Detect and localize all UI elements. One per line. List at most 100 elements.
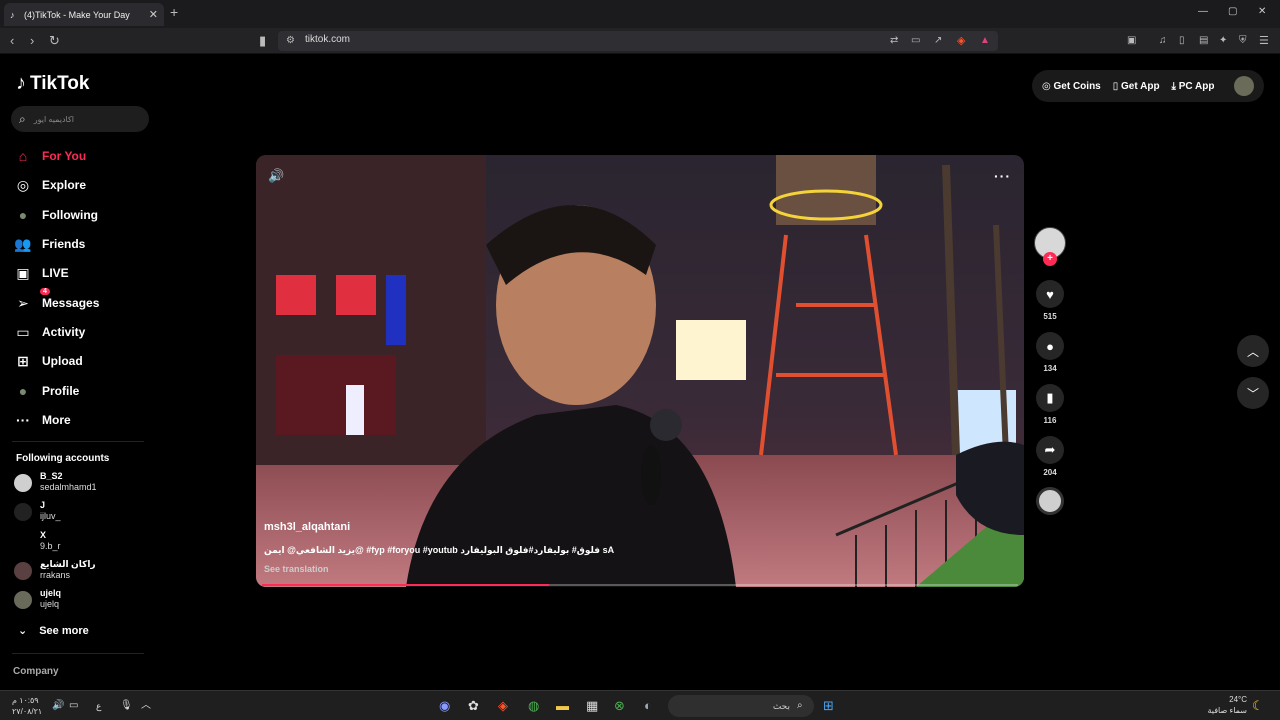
following-account[interactable]: B_S2 sedalmhamd1 (14, 471, 97, 493)
account-name: X (40, 530, 47, 540)
store-icon[interactable]: ▦ (586, 697, 598, 715)
search-input[interactable]: ⌕ اكاديميه ايور (11, 106, 149, 132)
discord-icon[interactable]: ◉ (439, 697, 450, 715)
following-account[interactable]: Jijluv_ (14, 500, 61, 522)
translate-icon[interactable]: ⇄ (890, 32, 898, 50)
chrome-icon[interactable]: ◍ (528, 697, 539, 715)
new-tab-button[interactable]: + (170, 4, 178, 20)
following-account[interactable]: راكان الشايع rrakans (14, 559, 96, 581)
account-handle: rrakans (40, 570, 71, 580)
following-avatar-icon: ● (18, 207, 28, 223)
steam-icon[interactable]: ◐ (644, 697, 652, 715)
sidebar-toggle-icon[interactable]: ▯ (1179, 32, 1185, 50)
next-video-button[interactable]: ﹀ (1237, 377, 1269, 409)
share-action[interactable]: ➦ 204 (1036, 436, 1064, 477)
share-icon[interactable]: ↗ (934, 32, 942, 50)
sidebar-item-for-you[interactable]: ⌂ For You (14, 147, 86, 165)
account-handle: ujelq (40, 599, 60, 609)
reload-icon[interactable]: ↻ (49, 32, 60, 50)
volume-icon[interactable]: 🔊 (268, 168, 284, 184)
system-clock[interactable]: ١٠:٥٩ م ٢٧/٠٨/٢١ (12, 695, 42, 717)
tab-close-icon[interactable]: ✕ (149, 8, 158, 21)
sidebar-item-activity[interactable]: ▭ Activity (14, 323, 85, 341)
chevron-down-icon: ﹀ (1246, 386, 1259, 401)
previous-video-button[interactable]: ︿ (1237, 335, 1269, 367)
leo-ai-icon[interactable]: ✦ (1219, 32, 1227, 50)
taskbar-search[interactable]: بحث (668, 695, 814, 717)
get-coins-button[interactable]: ◎ Get Coins (1042, 81, 1101, 92)
messages-icon: ➢ (17, 294, 29, 311)
rewards-icon[interactable]: ▲ (980, 32, 990, 50)
menu-icon[interactable]: ☰ (1259, 32, 1269, 50)
sidebar-item-profile[interactable]: ● Profile (14, 382, 80, 400)
cast-icon[interactable]: ▭ (911, 32, 920, 50)
weather-widget[interactable]: 24°C سماء صافية (1207, 694, 1247, 716)
vpn-icon[interactable]: ⛨ (1239, 32, 1247, 50)
sidebar-item-label: Activity (42, 325, 86, 339)
video-frame-image (256, 155, 1024, 587)
bookmark-icon[interactable]: ▮ (259, 32, 266, 50)
sidebar-item-more[interactable]: ··· More (14, 411, 71, 429)
site-info-icon[interactable]: ⚙ (286, 32, 295, 50)
see-more-button[interactable]: ⌄ See more (18, 624, 89, 638)
user-avatar[interactable] (1234, 76, 1254, 96)
minimize-button[interactable]: — (1198, 6, 1208, 17)
chatgpt-icon[interactable]: ✿ (468, 697, 479, 715)
bookmark-save-icon[interactable]: ▮ (1036, 384, 1064, 412)
sidebar-item-messages[interactable]: ➢ 4 Messages (14, 288, 99, 312)
sidebar-item-friends[interactable]: 👥 Friends (14, 235, 85, 253)
tray-expand-icon[interactable]: ︿ (141, 697, 151, 715)
following-accounts-title: Following accounts (16, 453, 110, 464)
video-author[interactable]: msh3l_alqahtani (264, 521, 350, 533)
network-icon[interactable]: ▭ (69, 697, 78, 715)
activity-icon: ▭ (16, 323, 30, 340)
url-text[interactable]: tiktok.com (305, 34, 350, 45)
screenshot-icon[interactable]: ▣ (1127, 32, 1136, 50)
sidebar-item-live[interactable]: ▣ LIVE (14, 264, 68, 282)
company-link[interactable]: Company (13, 666, 59, 677)
music-disc-avatar[interactable] (1036, 487, 1064, 515)
share-arrow-icon[interactable]: ➦ (1036, 436, 1064, 464)
forward-icon[interactable]: › (30, 32, 34, 50)
see-translation-link[interactable]: See translation (264, 564, 329, 574)
save-action[interactable]: ▮ 116 (1036, 384, 1064, 425)
file-explorer-icon[interactable]: ▬ (556, 697, 569, 715)
comment-action[interactable]: ● 134 (1036, 332, 1064, 373)
follow-plus-icon[interactable]: + (1043, 252, 1057, 266)
sidebar-item-upload[interactable]: ⊞ Upload (14, 352, 83, 370)
account-text: B_S2 sedalmhamd1 (40, 471, 97, 493)
live-icon: ▣ (16, 264, 30, 281)
account-handle: sedalmhamd1 (40, 482, 97, 492)
tiktok-logo[interactable]: ♪ TikTok (16, 72, 89, 95)
media-icon[interactable]: ♫ (1159, 32, 1167, 50)
xbox-icon[interactable]: ⊗ (614, 697, 625, 715)
brave-browser-icon[interactable]: ◈ (498, 697, 508, 715)
video-player[interactable] (256, 155, 1024, 587)
more-options-icon[interactable]: ··· (994, 168, 1011, 184)
speaker-icon[interactable]: 🔊 (52, 697, 64, 715)
following-account[interactable]: ujelq ujelq (14, 588, 61, 610)
account-avatar (14, 474, 32, 492)
close-window-button[interactable]: ✕ (1258, 6, 1266, 17)
brave-shield-icon[interactable]: ◈ (957, 32, 965, 50)
maximize-button[interactable]: ▢ (1228, 6, 1237, 17)
like-action[interactable]: ♥ 515 (1036, 280, 1064, 321)
microphone-icon[interactable]: 🎙 (120, 697, 133, 715)
sidebar-item-following[interactable]: ● Following (14, 206, 98, 224)
pc-app-button[interactable]: ⤓ PC App (1172, 81, 1215, 92)
comment-count: 134 (1043, 364, 1057, 373)
back-icon[interactable]: ‹ (10, 32, 14, 50)
wallet-icon[interactable]: ▤ (1199, 32, 1208, 50)
heart-icon[interactable]: ♥ (1036, 280, 1064, 308)
browser-tab[interactable]: ♪ (4)TikTok - Make Your Day ✕ (4, 3, 164, 26)
comment-icon[interactable]: ● (1036, 332, 1064, 360)
video-progress-bar[interactable] (262, 584, 1018, 586)
following-account[interactable]: X 9.b_r (14, 530, 61, 552)
input-language[interactable]: ع (96, 697, 101, 715)
browser-tab-bar: ♪ (4)TikTok - Make Your Day ✕ + — ▢ ✕ (0, 0, 1280, 28)
windows-start-icon[interactable]: ⊞ (823, 697, 834, 715)
coin-icon: ◎ (1042, 80, 1054, 92)
get-app-button[interactable]: ▯ Get App (1113, 81, 1160, 92)
sidebar-item-explore[interactable]: ◎ Explore (14, 176, 86, 194)
account-avatar (14, 533, 32, 551)
